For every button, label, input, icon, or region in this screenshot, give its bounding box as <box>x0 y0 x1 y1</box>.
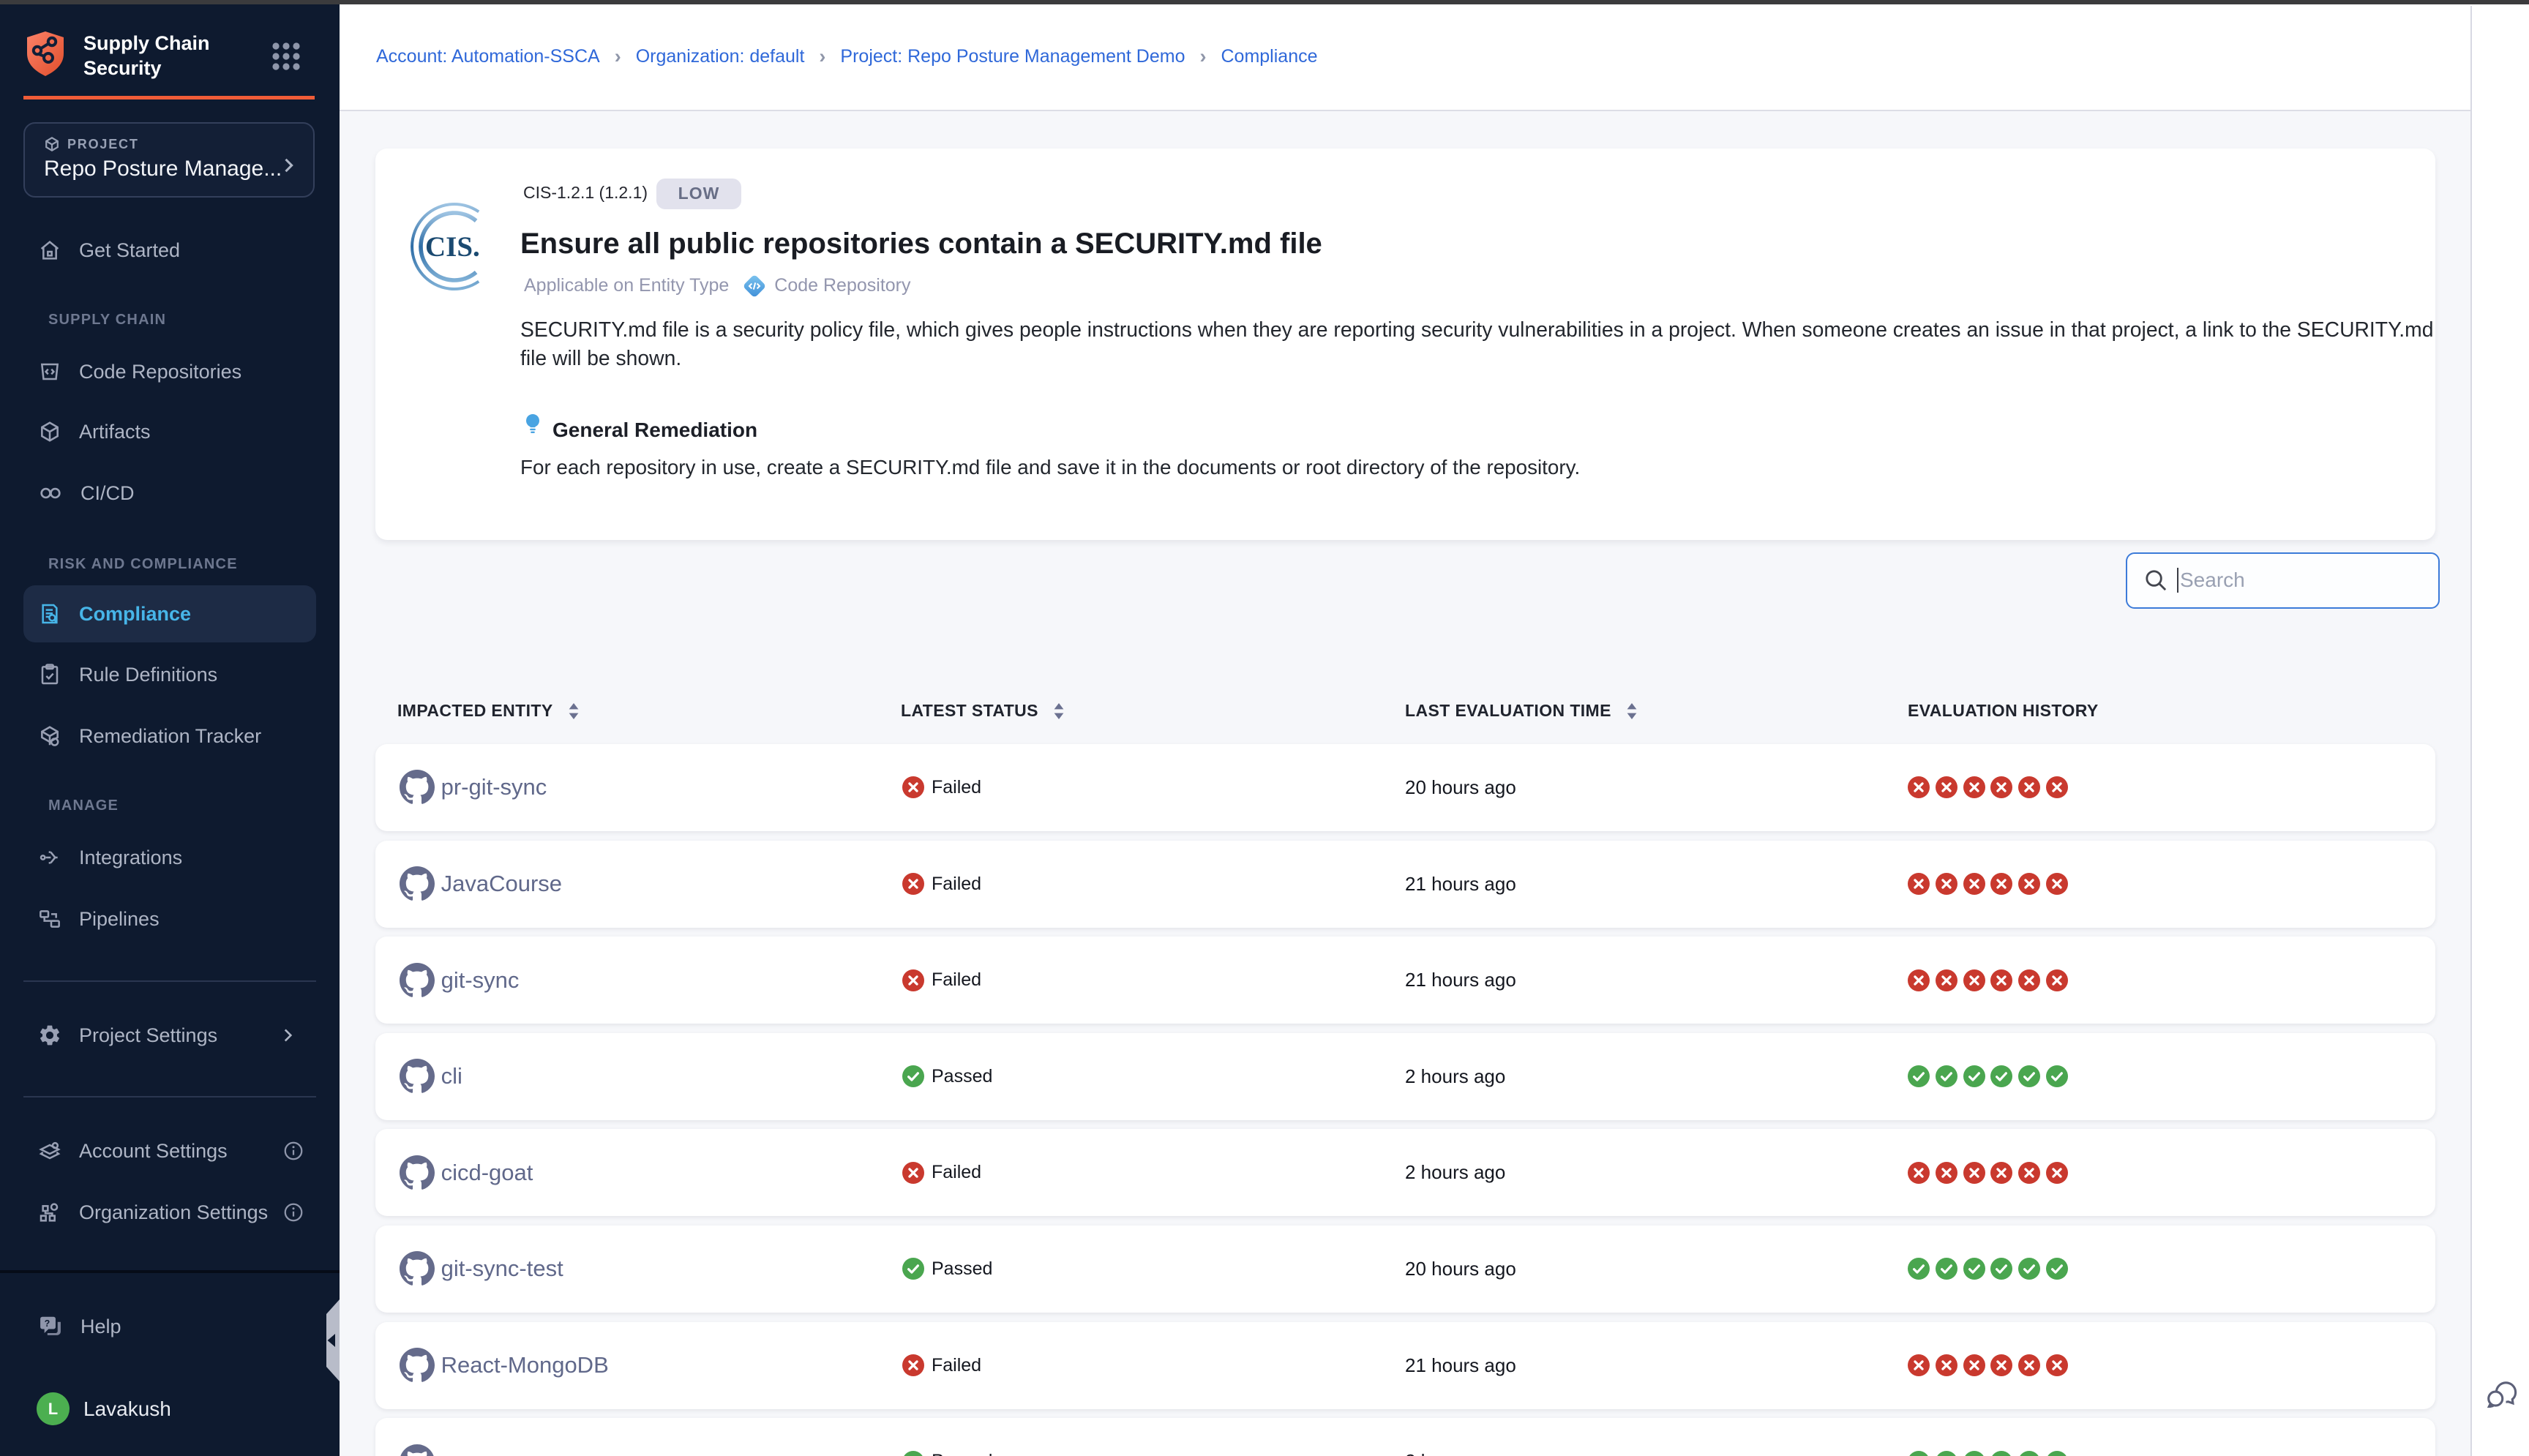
svg-text:?: ? <box>45 1318 50 1329</box>
svg-text:CIS.: CIS. <box>425 231 480 263</box>
